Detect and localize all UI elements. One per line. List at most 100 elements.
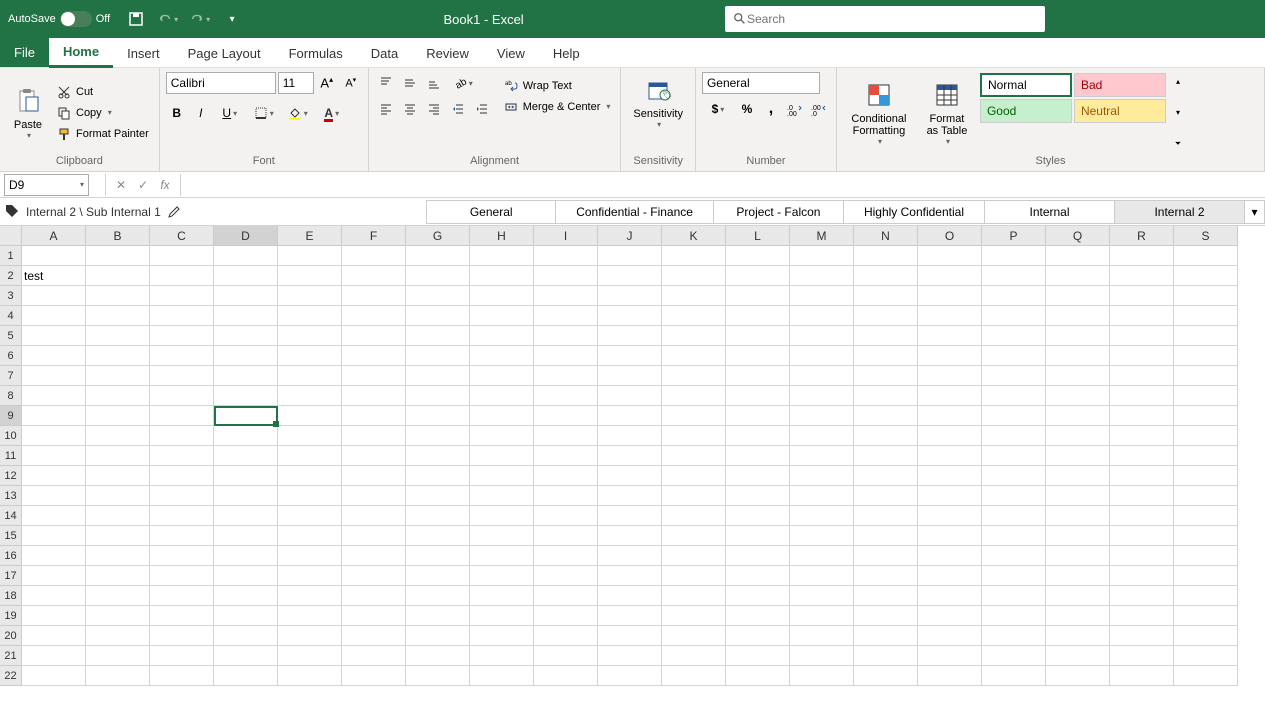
cell[interactable] (1046, 386, 1110, 406)
cell[interactable] (86, 506, 150, 526)
cell[interactable] (726, 306, 790, 326)
cell[interactable] (854, 646, 918, 666)
cell[interactable] (790, 346, 854, 366)
cell[interactable] (982, 546, 1046, 566)
cell[interactable] (534, 606, 598, 626)
tab-review[interactable]: Review (412, 40, 483, 67)
cell[interactable] (790, 426, 854, 446)
cell[interactable] (534, 546, 598, 566)
cell[interactable] (534, 526, 598, 546)
cell[interactable] (1174, 506, 1238, 526)
cell[interactable] (150, 246, 214, 266)
cell[interactable] (214, 246, 278, 266)
cell[interactable] (918, 246, 982, 266)
column-header[interactable]: D (214, 226, 278, 246)
cell[interactable] (918, 626, 982, 646)
select-all-corner[interactable] (0, 226, 22, 246)
increase-decimal-button[interactable]: .0.00 (784, 98, 806, 120)
cell[interactable] (278, 666, 342, 686)
cell[interactable] (982, 386, 1046, 406)
cell[interactable] (1174, 546, 1238, 566)
cell[interactable] (1046, 626, 1110, 646)
column-header[interactable]: L (726, 226, 790, 246)
cell[interactable] (726, 566, 790, 586)
cell[interactable] (22, 346, 86, 366)
cell[interactable] (150, 486, 214, 506)
cell[interactable] (534, 246, 598, 266)
cell[interactable] (22, 326, 86, 346)
cell[interactable] (214, 286, 278, 306)
cell[interactable] (918, 666, 982, 686)
cell[interactable] (214, 506, 278, 526)
cell[interactable] (1046, 346, 1110, 366)
cell[interactable] (918, 526, 982, 546)
cell[interactable] (1174, 266, 1238, 286)
cell[interactable] (854, 286, 918, 306)
cell[interactable] (342, 626, 406, 646)
cell[interactable] (406, 326, 470, 346)
font-color-button[interactable]: A▾ (316, 102, 348, 124)
cell[interactable] (918, 266, 982, 286)
cell[interactable] (214, 266, 278, 286)
cell[interactable] (726, 446, 790, 466)
cell[interactable] (854, 406, 918, 426)
column-header[interactable]: R (1110, 226, 1174, 246)
cell[interactable] (86, 466, 150, 486)
conditional-formatting-button[interactable]: Conditional Formatting▾ (843, 72, 915, 153)
cell[interactable] (854, 346, 918, 366)
cell[interactable] (982, 586, 1046, 606)
row-header[interactable]: 1 (0, 246, 22, 266)
cell[interactable] (278, 606, 342, 626)
cell[interactable] (1046, 666, 1110, 686)
cell[interactable] (406, 626, 470, 646)
cell[interactable] (662, 486, 726, 506)
cell[interactable] (470, 626, 534, 646)
cell[interactable] (598, 486, 662, 506)
column-header[interactable]: O (918, 226, 982, 246)
cell[interactable] (342, 246, 406, 266)
cell[interactable] (1174, 666, 1238, 686)
row-header[interactable]: 22 (0, 666, 22, 686)
cell[interactable] (22, 566, 86, 586)
cell[interactable] (470, 666, 534, 686)
cell[interactable] (982, 646, 1046, 666)
cell[interactable] (214, 306, 278, 326)
cell[interactable] (470, 406, 534, 426)
cell[interactable] (86, 306, 150, 326)
align-bottom-button[interactable] (423, 72, 445, 94)
cell[interactable] (278, 546, 342, 566)
cell[interactable] (598, 366, 662, 386)
align-top-button[interactable] (375, 72, 397, 94)
cell[interactable] (598, 566, 662, 586)
cell[interactable] (470, 246, 534, 266)
column-header[interactable]: K (662, 226, 726, 246)
cell[interactable] (598, 646, 662, 666)
cancel-formula-button[interactable]: ✕ (112, 178, 130, 192)
cell[interactable] (22, 626, 86, 646)
cell[interactable] (406, 526, 470, 546)
cell[interactable] (150, 606, 214, 626)
underline-button[interactable]: U▾ (214, 102, 246, 124)
cell[interactable] (790, 246, 854, 266)
cell[interactable] (662, 466, 726, 486)
column-header[interactable]: P (982, 226, 1046, 246)
cell[interactable] (86, 366, 150, 386)
cell[interactable] (790, 406, 854, 426)
styles-scroll-down[interactable]: ▾ (1171, 106, 1185, 120)
cell[interactable] (22, 386, 86, 406)
cell[interactable] (982, 566, 1046, 586)
sensitivity-button[interactable]: 🏷 Sensitivity ▾ (627, 72, 689, 131)
cell[interactable] (406, 366, 470, 386)
cell[interactable] (1110, 286, 1174, 306)
cell[interactable] (150, 306, 214, 326)
cell[interactable] (470, 346, 534, 366)
search-input[interactable] (747, 12, 1037, 26)
cell[interactable] (214, 406, 278, 426)
cell[interactable] (1046, 586, 1110, 606)
cell[interactable] (726, 526, 790, 546)
row-header[interactable]: 2 (0, 266, 22, 286)
cell[interactable] (1046, 266, 1110, 286)
cell[interactable] (470, 606, 534, 626)
cell[interactable] (86, 406, 150, 426)
cell[interactable] (1046, 286, 1110, 306)
